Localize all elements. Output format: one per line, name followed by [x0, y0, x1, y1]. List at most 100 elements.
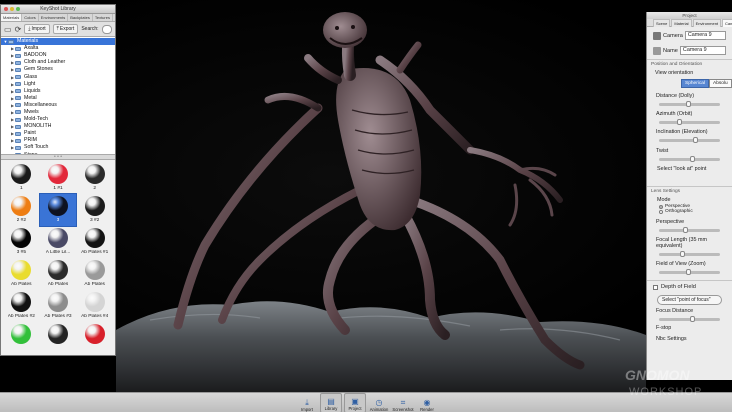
material-thumbnail[interactable]: 2	[76, 162, 113, 194]
dock-render-button[interactable]: ◉ Render	[416, 393, 438, 412]
library-titlebar[interactable]: KeyShot Library	[1, 5, 115, 14]
tree-item[interactable]: ▶ Miscellaneous	[1, 102, 115, 109]
focus-distance-slider[interactable]	[659, 316, 720, 322]
material-thumbnail[interactable]: 1	[3, 162, 40, 194]
svg-text:WORKSHOP: WORKSHOP	[629, 386, 702, 398]
material-thumbnail[interactable]: A Little Lil...	[40, 226, 77, 258]
look-at-point-button[interactable]: Select "look at" point	[647, 166, 732, 172]
material-thumbnail[interactable]	[40, 322, 77, 354]
zoom-window-button[interactable]	[16, 7, 20, 11]
refresh-icon[interactable]: ⟳	[15, 25, 22, 34]
library-tab-materials[interactable]: Materials	[1, 14, 23, 21]
tree-item[interactable]: ▶ Gem Stones	[1, 66, 115, 73]
dock-screenshot-button[interactable]: ⌗ Screenshot	[392, 393, 414, 412]
close-window-button[interactable]	[4, 7, 8, 11]
distance-slider[interactable]	[659, 101, 720, 107]
project-tab-environment[interactable]: Environment	[692, 18, 722, 27]
dock-library-button[interactable]: ▤ Library	[320, 393, 342, 412]
project-tab-camera[interactable]: Camera	[722, 18, 732, 27]
field-of-view-slider-knob[interactable]	[686, 269, 692, 275]
distance-slider-knob[interactable]	[686, 101, 692, 107]
search-input[interactable]	[101, 24, 112, 34]
tree-item[interactable]: ▶ Axalta	[1, 45, 115, 52]
tree-item[interactable]: ▶ Liquids	[1, 88, 115, 95]
perspective-radio-dot[interactable]	[659, 204, 663, 209]
project-tab-material[interactable]: Material	[671, 18, 692, 27]
inclination-slider-knob[interactable]	[692, 137, 698, 143]
library-tab-backplates[interactable]: Backplates	[68, 14, 93, 21]
tree-item[interactable]: ▶ Light	[1, 81, 115, 88]
material-thumbnail[interactable]: Ab Plates	[76, 258, 113, 290]
tree-item[interactable]: ▶ Paint	[1, 130, 115, 137]
material-thumbnail-grid[interactable]: 1 1 #1 2 2 #2 3 3 #2 3 #5 A Little Lil... Ab Pla…	[1, 160, 115, 355]
dock-project-button[interactable]: ▣ Project	[344, 393, 366, 412]
dock-import-button[interactable]: ⤓ Import	[296, 393, 318, 412]
folder-icon[interactable]: ▭	[4, 25, 12, 34]
screenshot-icon: ⌗	[400, 398, 406, 407]
camera-row: Camera Camera 9	[647, 31, 732, 40]
tree-item-label: Axalta	[24, 45, 39, 52]
material-thumbnail[interactable]	[3, 322, 40, 354]
tree-item[interactable]: ▶ Mwels	[1, 109, 115, 116]
folder-icon	[15, 89, 21, 94]
material-thumbnail[interactable]: 3 #2	[76, 194, 113, 226]
library-tab-environments[interactable]: Environments	[39, 14, 69, 21]
perspective-slider[interactable]	[659, 227, 720, 233]
tree-item[interactable]: ▶ Mold-Tech	[1, 116, 115, 123]
field-of-view-slider[interactable]	[659, 269, 720, 275]
material-thumbnail[interactable]: Ab Plates #2	[3, 290, 40, 322]
focal-length-slider[interactable]	[659, 251, 720, 257]
library-window[interactable]: KeyShot Library Materials Colors Environme…	[0, 4, 116, 356]
material-thumbnail[interactable]: Ab Plates #3	[40, 290, 77, 322]
material-folder-tree[interactable]: ▼ Materials ▶ Axalta ▶ BADOON ▶ Cloth and Leath…	[1, 37, 115, 155]
focal-length-slider-knob[interactable]	[680, 251, 686, 257]
absolute-tab[interactable]: Absolu	[709, 79, 732, 88]
depth-of-field-checkbox[interactable]: Depth of Field	[647, 280, 732, 293]
fstop-label: F-stop	[656, 325, 672, 331]
twist-slider[interactable]	[659, 156, 720, 162]
position-section-header: Position and Orientation	[647, 59, 732, 69]
camera-name-input[interactable]: Camera 9	[679, 46, 726, 55]
tree-item[interactable]: ▶ Cloth and Leather	[1, 59, 115, 66]
material-thumbnail[interactable]: Ab Plates	[3, 258, 40, 290]
focus-distance-slider-knob[interactable]	[689, 316, 695, 322]
material-thumbnail[interactable]: 2 #2	[3, 194, 40, 226]
material-thumbnail[interactable]: 3 #5	[3, 226, 40, 258]
material-thumbnail[interactable]: 3	[38, 193, 78, 227]
render-icon: ◉	[423, 398, 431, 407]
dock-animation-button[interactable]: ◷ Animation	[368, 393, 390, 412]
perspective-slider-knob[interactable]	[683, 227, 689, 233]
inclination-slider[interactable]	[659, 137, 720, 143]
tree-item[interactable]: ▶ PRIM	[1, 137, 115, 144]
minimize-window-button[interactable]	[10, 7, 14, 11]
material-thumbnail[interactable]: Ab Plates #4	[76, 290, 113, 322]
tree-item-label: Glass	[24, 73, 38, 80]
library-tab-renderings[interactable]: Renderings	[113, 14, 116, 21]
project-tab-scene[interactable]: Scene	[653, 18, 671, 27]
twist-slider-knob[interactable]	[689, 156, 695, 162]
import-button[interactable]: ⤓ Import	[24, 24, 50, 34]
tree-item[interactable]: ▼ Materials	[1, 38, 115, 46]
material-preview-sphere	[11, 164, 32, 184]
orthographic-radio-dot[interactable]	[659, 209, 663, 214]
library-tab-textures[interactable]: Textures	[93, 14, 113, 21]
spherical-tab[interactable]: Spherical	[681, 79, 709, 88]
export-button[interactable]: ⤒ Export	[52, 24, 79, 34]
tree-item[interactable]: ▶ MONOLITH	[1, 123, 115, 130]
material-thumbnail[interactable]: 1 #1	[40, 162, 77, 194]
depth-of-field-check-box[interactable]	[653, 284, 658, 290]
tree-item[interactable]: ▶ BADOON	[1, 52, 115, 59]
material-thumbnail[interactable]	[76, 322, 113, 354]
orthographic-radio[interactable]: Orthographic	[647, 209, 732, 214]
library-tab-colors[interactable]: Colors	[22, 14, 39, 21]
material-thumbnail[interactable]: Ab Plates #1	[76, 226, 113, 258]
azimuth-slider-knob[interactable]	[677, 119, 683, 125]
azimuth-slider[interactable]	[659, 119, 720, 125]
material-thumbnail[interactable]: Ab Plates	[40, 258, 77, 290]
project-panel[interactable]: Project SceneMaterialEnvironmentCamera C…	[646, 12, 732, 380]
camera-select[interactable]: Camera 9	[684, 31, 726, 40]
tree-item[interactable]: ▶ Glass	[1, 73, 115, 80]
focus-point-button[interactable]: Select "point of focus"	[657, 295, 722, 305]
tree-item[interactable]: ▶ Soft Touch	[1, 144, 115, 151]
tree-item[interactable]: ▶ Metal	[1, 95, 115, 102]
